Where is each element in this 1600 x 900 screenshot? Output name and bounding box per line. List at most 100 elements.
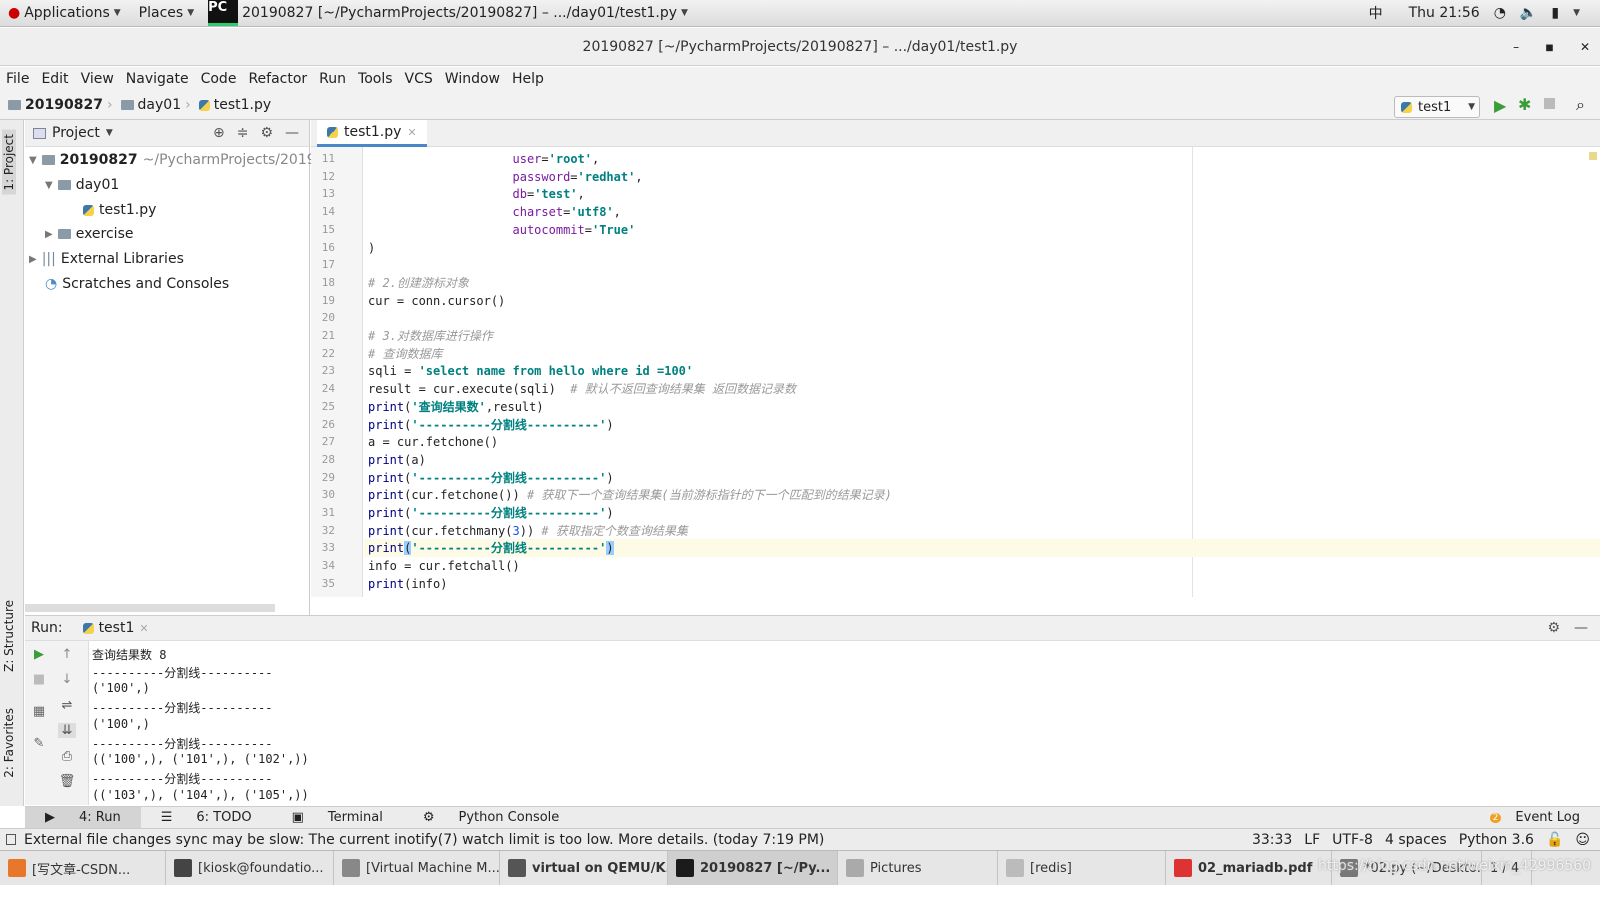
code-line[interactable]: # 3.对数据库进行操作 <box>368 327 493 345</box>
code-line[interactable]: print(a) <box>368 451 426 469</box>
tab-favorites[interactable]: 2: Favorites <box>2 708 16 778</box>
wifi-icon[interactable]: ◔ <box>1494 5 1506 21</box>
stop-button[interactable] <box>1544 98 1555 109</box>
collapse-icon[interactable]: ≑ <box>237 125 249 141</box>
taskbar-item[interactable]: [kiosk@foundatio... <box>166 851 334 885</box>
battery-icon[interactable]: ▮ <box>1551 5 1559 21</box>
taskbar-item[interactable]: 02_mariadb.pdf <box>1166 851 1332 885</box>
code-line[interactable]: print('----------分割线----------') <box>368 504 614 522</box>
trash-icon[interactable]: 🗑 <box>58 774 76 789</box>
menu-edit[interactable]: Edit <box>35 71 74 87</box>
taskbar-item[interactable]: [Virtual Machine M... <box>334 851 500 885</box>
tab-test1-py[interactable]: test1.py ✕ <box>317 120 427 147</box>
locate-icon[interactable]: ⊕ <box>213 125 225 141</box>
breadcrumb-file[interactable]: test1.py <box>198 97 271 113</box>
menu-file[interactable]: File <box>0 71 35 87</box>
tab-project[interactable]: 1: Project <box>2 130 16 195</box>
chevron-down-icon[interactable]: ▼ <box>1573 8 1580 18</box>
code-line[interactable]: result = cur.execute(sqli) # 默认不返回查询结果集 … <box>368 380 796 398</box>
scroll-to-end-icon[interactable]: ⇊ <box>58 723 76 738</box>
tab-terminal[interactable]: ▣ Terminal <box>272 810 403 825</box>
active-window-menu[interactable]: PC 20190827 [~/PycharmProjects/20190827] … <box>208 0 688 26</box>
indent-setting[interactable]: 4 spaces <box>1385 832 1447 848</box>
menu-view[interactable]: View <box>75 71 120 87</box>
hide-icon[interactable]: — <box>285 125 299 141</box>
run-configuration-select[interactable]: test1 ▼ <box>1394 96 1480 118</box>
line-separator[interactable]: LF <box>1304 832 1320 848</box>
menu-refactor[interactable]: Refactor <box>242 71 313 87</box>
clock[interactable]: Thu 21:56 <box>1409 5 1480 21</box>
code-line[interactable]: charset='utf8', <box>368 203 621 221</box>
scroll-down-icon[interactable]: ↓ <box>58 672 76 687</box>
menu-run[interactable]: Run <box>313 71 352 87</box>
taskbar-item[interactable]: 20190827 [~/Py... <box>668 851 838 885</box>
code-line[interactable]: print('----------分割线----------') <box>368 416 614 434</box>
tree-item-test1[interactable]: test1.py <box>83 202 156 218</box>
chevron-down-icon[interactable]: ▼ <box>106 128 113 138</box>
code-line[interactable]: user='root', <box>368 150 600 168</box>
taskbar-item[interactable]: [写文章-CSDN... <box>0 851 166 885</box>
menu-navigate[interactable]: Navigate <box>120 71 195 87</box>
volume-icon[interactable]: 🔈 <box>1520 5 1537 21</box>
code-editor[interactable]: user='root', password='redhat', db='test… <box>364 147 1600 597</box>
layout-icon[interactable]: ▦ <box>30 704 48 719</box>
code-line[interactable]: print(cur.fetchmany(3)) # 获取指定个数查询结果集 <box>368 522 688 540</box>
menu-code[interactable]: Code <box>195 71 243 87</box>
code-line[interactable]: # 2.创建游标对象 <box>368 274 469 292</box>
print-icon[interactable]: ⎙ <box>58 749 76 764</box>
code-line[interactable]: print(cur.fetchone()) # 获取下一个查询结果集(当前游标指… <box>368 486 892 504</box>
input-method[interactable]: 中 <box>1369 3 1383 23</box>
inspector-icon[interactable]: ☺ <box>1575 832 1590 848</box>
stop-button[interactable]: ■ <box>30 672 48 687</box>
gear-icon[interactable]: ⚙ <box>260 125 273 141</box>
close-tab-icon[interactable]: ✕ <box>139 622 148 635</box>
debug-button[interactable]: ✱ <box>1518 95 1531 114</box>
code-line[interactable]: db='test', <box>368 185 585 203</box>
breadcrumb-project[interactable]: 20190827 <box>8 97 103 113</box>
close-button[interactable]: ✕ <box>1580 40 1590 54</box>
code-line[interactable]: autocommit='True' <box>368 221 636 239</box>
breadcrumb-folder[interactable]: day01 <box>120 97 181 113</box>
caret-position[interactable]: 33:33 <box>1252 832 1292 848</box>
taskbar-item[interactable]: Pictures <box>838 851 998 885</box>
tree-item-day01[interactable]: ▼ day01 <box>45 177 119 193</box>
run-button[interactable]: ▶ <box>1494 96 1506 115</box>
run-console-output[interactable]: 查询结果数 8 ----------分割线---------- ('100',) --… <box>92 641 1592 805</box>
pin-icon[interactable]: ✎ <box>30 736 48 751</box>
code-line[interactable]: ) <box>368 239 375 257</box>
code-line[interactable]: info = cur.fetchall() <box>368 557 520 575</box>
code-line[interactable]: cur = conn.cursor() <box>368 292 505 310</box>
hide-icon[interactable]: — <box>1574 620 1588 636</box>
menu-tools[interactable]: Tools <box>352 71 399 87</box>
code-line[interactable]: password='redhat', <box>368 168 643 186</box>
maximize-button[interactable]: ◾ <box>1545 40 1554 54</box>
file-encoding[interactable]: UTF-8 <box>1332 832 1373 848</box>
lock-icon[interactable]: 🔓 <box>1546 832 1563 848</box>
tab-run[interactable]: ▶ 4: Run <box>25 806 141 829</box>
taskbar-item[interactable]: [redis] <box>998 851 1166 885</box>
close-tab-icon[interactable]: ✕ <box>407 126 416 139</box>
code-line[interactable]: sqli = 'select name from hello where id … <box>368 362 693 380</box>
code-line[interactable]: a = cur.fetchone() <box>368 433 498 451</box>
event-log-button[interactable]: 2 Event Log <box>1480 810 1600 825</box>
run-tab-test1[interactable]: test1 ✕ <box>82 620 149 636</box>
places-menu[interactable]: Places ▼ <box>139 5 194 21</box>
tab-structure[interactable]: Z: Structure <box>2 600 16 672</box>
menu-vcs[interactable]: VCS <box>399 71 439 87</box>
rerun-button[interactable]: ▶ <box>30 647 48 662</box>
soft-wrap-icon[interactable]: ⇌ <box>58 698 76 713</box>
code-line[interactable]: print(info) <box>368 575 447 593</box>
code-line[interactable]: print('----------分割线----------') <box>368 469 614 487</box>
status-message[interactable]: External file changes sync may be slow: … <box>24 832 824 848</box>
minimize-button[interactable]: – <box>1513 40 1519 54</box>
code-line[interactable]: print('----------分割线----------') <box>364 539 1600 558</box>
search-icon[interactable]: ⌕ <box>1576 95 1585 115</box>
gear-icon[interactable]: ⚙ <box>1547 620 1560 636</box>
menu-help[interactable]: Help <box>506 71 550 87</box>
applications-menu[interactable]: ● Applications ▼ <box>8 5 121 21</box>
code-line[interactable]: # 查询数据库 <box>368 345 442 363</box>
tree-item-scratches[interactable]: ◔ Scratches and Consoles <box>45 276 229 292</box>
code-line[interactable]: print('查询结果数',result) <box>368 398 544 416</box>
tree-item-exercise[interactable]: ▶ exercise <box>45 226 133 242</box>
project-view-select[interactable]: Project <box>52 125 100 141</box>
